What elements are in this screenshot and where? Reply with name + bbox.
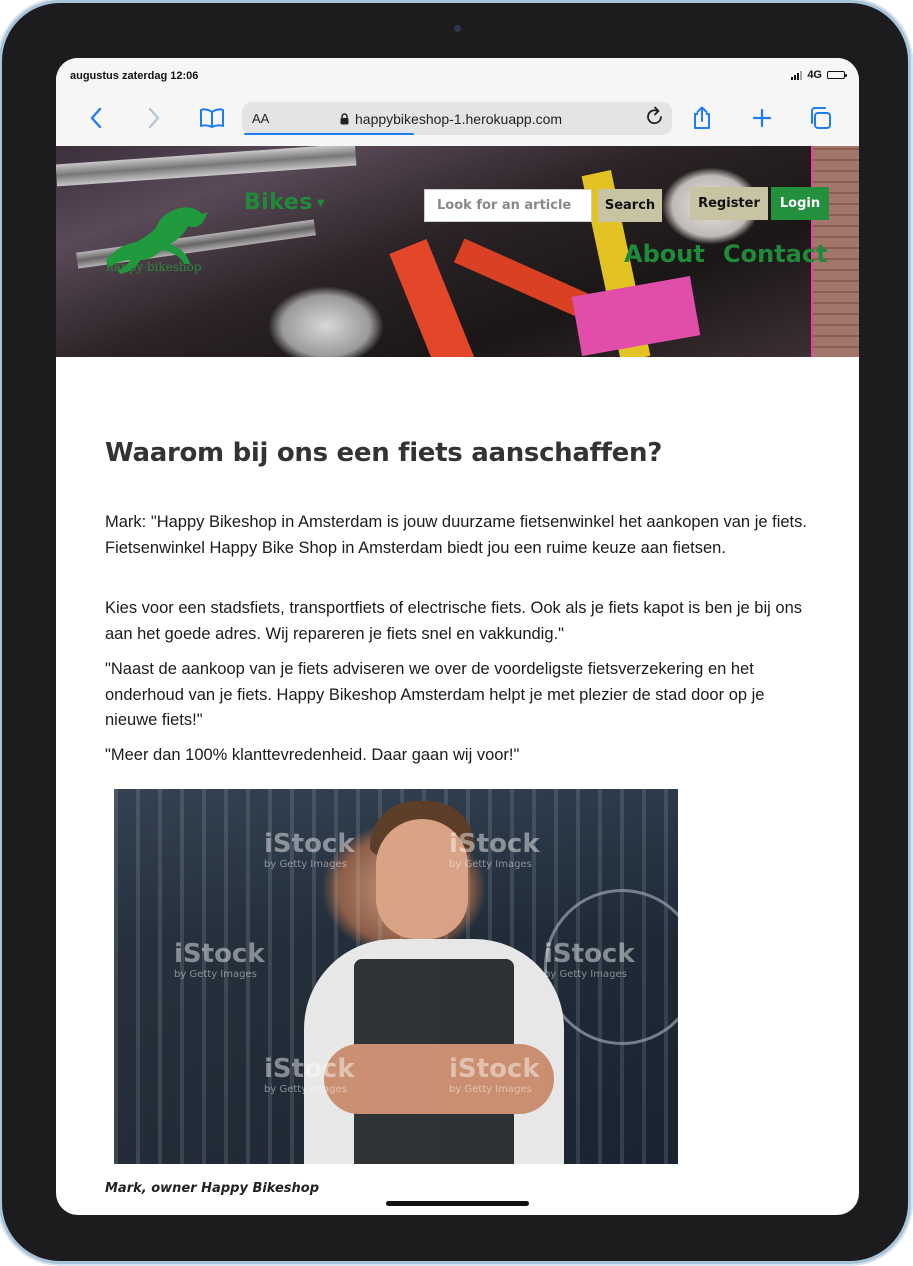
photo-watermark: iStock by Getty Images <box>264 1054 355 1095</box>
photo-watermark: iStock by Getty Images <box>174 939 265 980</box>
login-button[interactable]: Login <box>771 187 829 220</box>
home-indicator[interactable] <box>386 1201 529 1206</box>
new-tab-icon[interactable] <box>748 104 776 132</box>
register-button[interactable]: Register <box>690 187 768 220</box>
status-bar: augustus zaterdag 12:06 4G <box>56 58 859 94</box>
tabs-icon[interactable] <box>806 104 834 132</box>
nav-bikes-label: Bikes <box>244 190 313 215</box>
network-label: 4G <box>807 69 822 81</box>
nav-contact-link[interactable]: Contact <box>723 240 828 268</box>
photo-watermark: iStock by Getty Images <box>449 829 540 870</box>
photo-watermark: iStock by Getty Images <box>449 1054 540 1095</box>
status-indicators: 4G <box>791 69 847 81</box>
front-camera <box>454 25 461 32</box>
battery-icon <box>827 71 847 79</box>
site-header: happy bikeshop Bikes▼ Search Register Lo… <box>56 146 859 357</box>
paragraph-1: Mark: "Happy Bikeshop in Amsterdam is jo… <box>105 513 807 557</box>
tablet-frame: augustus zaterdag 12:06 4G AA happybikes… <box>2 3 908 1261</box>
nav-about-link[interactable]: About <box>624 240 705 268</box>
photo-watermark: iStock by Getty Images <box>264 829 355 870</box>
nav-bikes-dropdown[interactable]: Bikes ▼ <box>244 190 325 215</box>
browser-toolbar: AA happybikeshop-1.herokuapp.com <box>56 94 859 146</box>
paragraph-2: Kies voor een stadsfiets, transportfiets… <box>105 599 803 643</box>
owner-photo: iStock by Getty Images iStock by Getty Ima… <box>114 789 678 1164</box>
bookmarks-icon[interactable] <box>198 104 226 132</box>
photo-watermark: iStock by Getty Images <box>544 939 635 980</box>
page-title: Waarom bij ons een fiets aanschaffen? <box>105 438 662 468</box>
search-button[interactable]: Search <box>598 189 662 222</box>
chevron-left-icon[interactable] <box>82 104 110 132</box>
url-display[interactable]: happybikeshop-1.herokuapp.com <box>340 111 562 127</box>
text-size-button[interactable]: AA <box>252 111 269 126</box>
url-text: happybikeshop-1.herokuapp.com <box>355 111 563 127</box>
lock-icon <box>340 113 349 125</box>
page-load-progress <box>244 133 414 135</box>
search-input[interactable] <box>424 189 592 222</box>
reload-icon[interactable] <box>646 106 664 132</box>
paragraph-3: "Naast de aankoop van je fiets adviseren… <box>105 660 765 729</box>
signal-icon <box>791 70 803 80</box>
logo-text[interactable]: happy bikeshop <box>106 260 202 274</box>
caret-down-icon: ▼ <box>316 197 326 209</box>
main-content: Waarom bij ons een fiets aanschaffen? <box>105 438 825 468</box>
address-bar[interactable]: AA happybikeshop-1.herokuapp.com <box>242 102 672 135</box>
share-icon[interactable] <box>688 104 716 132</box>
chevron-right-icon[interactable] <box>140 104 168 132</box>
paragraph-4: "Meer dan 100% klanttevredenheid. Daar g… <box>105 746 520 764</box>
status-time: augustus zaterdag 12:06 <box>70 70 199 82</box>
photo-caption: Mark, owner Happy Bikeshop <box>105 1181 320 1196</box>
screen: augustus zaterdag 12:06 4G AA happybikes… <box>56 58 859 1215</box>
